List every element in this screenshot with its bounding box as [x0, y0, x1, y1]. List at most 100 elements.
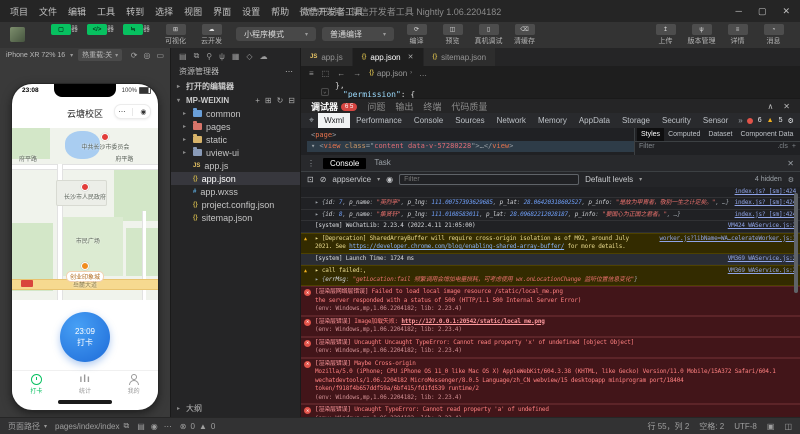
- toolbar-button[interactable]: ◔消息: [757, 23, 790, 46]
- toolbar-button[interactable]: ≡详情: [721, 23, 754, 46]
- gear-icon[interactable]: ⚙: [787, 117, 793, 125]
- error-dot-icon[interactable]: [747, 118, 753, 124]
- file-item[interactable]: {}app.json: [171, 172, 301, 185]
- close-icon[interactable]: ✕: [783, 102, 790, 111]
- menu-icon[interactable]: ≡: [309, 69, 314, 78]
- sidebar-icon[interactable]: ▤: [179, 52, 187, 61]
- console-row[interactable]: ✕[渲染层错误] Uncaught TypeError: Cannot read…: [301, 404, 800, 418]
- project-action-icon[interactable]: ⊞: [265, 96, 272, 105]
- back-icon[interactable]: ←: [337, 69, 345, 78]
- compile-dropdown[interactable]: 普通编译 ▾: [322, 27, 394, 41]
- devtools-tab[interactable]: Storage: [616, 113, 656, 128]
- problems-indicator[interactable]: ⊗ 0 ▲ 0: [180, 422, 216, 431]
- console-source-link[interactable]: worker.js?libName=WA…celerateWorker.js:1: [654, 235, 797, 242]
- forward-icon[interactable]: →: [353, 69, 361, 78]
- console-row[interactable]: ▸ {id: 8, p_name: "集贤轩", p_lng: 111.0108…: [301, 210, 800, 222]
- cloud-icon[interactable]: ☁: [260, 52, 268, 61]
- devtools-tab[interactable]: Security: [656, 113, 697, 128]
- statusbar-icon[interactable]: ◫: [784, 422, 792, 431]
- close-icon[interactable]: ✕: [782, 6, 790, 17]
- devtools-tab[interactable]: AppData: [573, 113, 616, 128]
- devtools-tab[interactable]: Network: [491, 113, 532, 128]
- menubar-item[interactable]: 工具: [97, 5, 115, 18]
- clear-console-icon[interactable]: ⊘: [320, 175, 327, 184]
- console-messages[interactable]: index.js? [sm]:424▸ {id: 7, p_name: "英烈亭…: [301, 187, 800, 418]
- collapse-icon[interactable]: ∧: [767, 102, 773, 111]
- styles-filter-label[interactable]: Filter: [639, 143, 655, 150]
- menubar-item[interactable]: 编辑: [68, 5, 86, 18]
- devtools-tab[interactable]: Wxml: [318, 113, 350, 128]
- outline-section[interactable]: ▸ 大纲: [171, 401, 301, 416]
- phone-tab-clock[interactable]: 打卡: [12, 371, 61, 397]
- close-icon[interactable]: ✕: [787, 159, 794, 168]
- search-icon[interactable]: ⚲: [206, 52, 212, 61]
- styles-tab[interactable]: Component Data: [736, 128, 797, 141]
- menubar-item[interactable]: 帮助: [271, 5, 289, 18]
- wxml-node-selected[interactable]: ▾ <view class="content data-v-57280228">…: [307, 141, 634, 152]
- console-source-link[interactable]: index.js? [sm]:424: [729, 211, 796, 218]
- minimize-icon[interactable]: ─: [736, 6, 742, 17]
- editor-tab[interactable]: JSapp.js: [301, 48, 353, 66]
- editor-tab[interactable]: {}sitemap.json: [424, 48, 497, 66]
- toolbar-button[interactable]: ↥上传: [649, 23, 682, 46]
- console-source-link[interactable]: VM369 WAService.js:2: [722, 267, 796, 274]
- file-item[interactable]: #app.wxss: [171, 185, 301, 198]
- wxml-node[interactable]: <page>: [307, 130, 634, 141]
- styles-tab[interactable]: Styles: [637, 128, 664, 141]
- close-icon[interactable]: ✕: [408, 53, 414, 61]
- map-view[interactable]: 中共长沙市委员会府平路府平路长沙市人民政府市民广场创业印象城岳麓大道: [12, 128, 158, 300]
- more-icon[interactable]: ⋯: [118, 108, 125, 116]
- gear-icon[interactable]: ⚙: [788, 176, 794, 184]
- menubar-item[interactable]: 界面: [213, 5, 231, 18]
- open-editors-section[interactable]: ▸ 打开的编辑器: [171, 79, 301, 94]
- file-item[interactable]: ▸pages: [171, 120, 301, 133]
- menubar-item[interactable]: 转到: [126, 5, 144, 18]
- styles-tab[interactable]: Computed: [664, 128, 704, 141]
- toolbar-button[interactable]: </>编辑器: [87, 23, 120, 46]
- styles-tab[interactable]: Dataset: [704, 128, 736, 141]
- breadcrumb[interactable]: {} app.json › …: [369, 69, 427, 78]
- console-row[interactable]: ✕[渲染层网络层错误] Failed to load local image r…: [301, 286, 800, 316]
- project-section[interactable]: ▾ MP-WEIXIN +⊞↻⊟: [171, 94, 301, 107]
- console-row[interactable]: ▲▸ call failed:,▸ {errMsg: "getLocation:…: [301, 265, 800, 286]
- console-row[interactable]: ▸ {id: 7, p_name: "英烈亭", p_lng: 111.0075…: [301, 198, 800, 210]
- console-row[interactable]: ✕[渲染层错误] Uncaught Uncaught TypeError: Ca…: [301, 337, 800, 358]
- toolbar-button[interactable]: ⊞可视化: [159, 23, 192, 46]
- console-scrollbar[interactable]: [794, 193, 798, 293]
- device-selector[interactable]: iPhone XR 72% 16: [6, 52, 65, 59]
- file-item[interactable]: {}sitemap.json: [171, 211, 301, 224]
- menubar-item[interactable]: 设置: [242, 5, 260, 18]
- console-source-link[interactable]: VM369 WAService.js:2: [722, 255, 796, 262]
- menubar-item[interactable]: 文件: [39, 5, 57, 18]
- devtools-tab[interactable]: Sensor: [697, 113, 734, 128]
- file-item[interactable]: {}project.config.json: [171, 198, 301, 211]
- statusbar-icon[interactable]: ▤: [137, 422, 145, 431]
- console-tab[interactable]: Task: [374, 158, 390, 169]
- toolbar-button[interactable]: ⌫清缓存: [508, 23, 541, 46]
- console-tab[interactable]: Console: [323, 158, 366, 169]
- file-item[interactable]: ▸common: [171, 107, 301, 120]
- console-sidebar-icon[interactable]: ⊡: [307, 175, 314, 184]
- panel-tab[interactable]: 输出: [395, 100, 413, 113]
- files-icon[interactable]: ⧉: [194, 51, 200, 61]
- toolbar-button[interactable]: ψ版本管理: [685, 23, 718, 46]
- git-branch-icon[interactable]: ψ: [219, 52, 225, 61]
- cls-toggle[interactable]: .cls: [777, 143, 788, 150]
- toolbar-button[interactable]: ▢模拟器: [51, 23, 84, 46]
- file-item[interactable]: ▸static: [171, 133, 301, 146]
- hidden-count[interactable]: 4 hidden: [755, 176, 782, 183]
- eye-icon[interactable]: ◉: [386, 175, 393, 184]
- project-action-icon[interactable]: ↻: [277, 96, 284, 105]
- console-filter-input[interactable]: [399, 174, 579, 185]
- project-action-icon[interactable]: ⊟: [288, 96, 295, 105]
- editor-tab[interactable]: {}app.json✕: [353, 48, 424, 66]
- split-editor-icon[interactable]: ⬚: [322, 69, 330, 78]
- devtools-tab[interactable]: Performance: [350, 113, 408, 128]
- add-style-icon[interactable]: +: [792, 143, 796, 150]
- code-editor[interactable]: ⌄ ▲ },"permission": {: [301, 80, 800, 99]
- capsule-menu[interactable]: ⋯ ◉: [114, 104, 151, 119]
- hot-reload-dropdown[interactable]: 热重载:关 ▾: [78, 49, 122, 61]
- page-path-dropdown[interactable]: 页面路径 ▾: [8, 421, 47, 432]
- project-action-icon[interactable]: +: [255, 96, 260, 105]
- maximize-icon[interactable]: ▢: [758, 6, 767, 17]
